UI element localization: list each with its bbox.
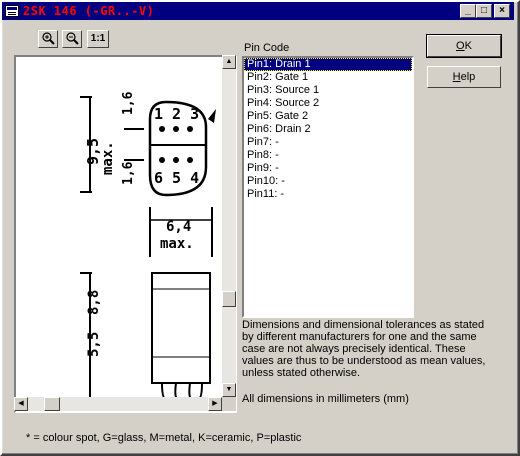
package-drawing[interactable]: 9,5 max. 1,6 1,6 1 2 3 6 5 4 6,4 max. 8,… xyxy=(14,55,237,413)
list-item[interactable]: Pin3: Source 1 xyxy=(244,84,412,97)
dim-max: max. xyxy=(100,141,116,175)
ok-accelerator: O xyxy=(456,40,465,52)
pin-code-list[interactable]: Pin1: Drain 1 Pin2: Gate 1 Pin3: Source … xyxy=(242,56,414,318)
maximize-button[interactable]: □ xyxy=(476,4,492,18)
list-item[interactable]: Pin2: Gate 1 xyxy=(244,71,412,84)
drawing-vertical-scrollbar[interactable]: ▲ ▼ xyxy=(222,55,236,397)
zoom-reset-button[interactable]: 1:1 xyxy=(87,30,109,48)
list-item[interactable]: Pin10: - xyxy=(244,175,412,188)
dim-5-5: 5,5 xyxy=(86,332,102,357)
list-item[interactable]: Pin6: Drain 2 xyxy=(244,123,412,136)
help-accelerator: H xyxy=(452,71,461,83)
list-item[interactable]: Pin1: Drain 1 xyxy=(244,58,412,71)
zoom-in-icon xyxy=(42,32,55,45)
window-title: 2SK 146 (-GR..-V) xyxy=(23,4,155,18)
minimize-button[interactable]: _ xyxy=(460,4,476,18)
zoom-in-button[interactable] xyxy=(38,30,58,48)
help-label-rest: elp xyxy=(460,71,476,83)
dim-6-4: 6,4 xyxy=(166,219,191,235)
list-item[interactable]: Pin8: - xyxy=(244,149,412,162)
dimensions-disclaimer: Dimensions and dimensional tolerances as… xyxy=(242,319,486,379)
dim-1-6-bottom: 1,6 xyxy=(121,161,136,185)
list-item[interactable]: Pin4: Source 2 xyxy=(244,97,412,110)
pins-top: 1 2 3 xyxy=(154,105,199,123)
horizontal-scroll-thumb[interactable] xyxy=(44,397,60,411)
dim-max-2: max. xyxy=(160,236,194,252)
scroll-down-arrow-icon[interactable]: ▼ xyxy=(222,383,236,397)
scrollbar-corner xyxy=(222,397,236,411)
list-item[interactable]: Pin11: - xyxy=(244,188,412,201)
scroll-up-arrow-icon[interactable]: ▲ xyxy=(222,55,236,69)
close-button[interactable]: × xyxy=(494,4,510,18)
package-outline-drawing: 9,5 max. 1,6 1,6 1 2 3 6 5 4 6,4 max. 8,… xyxy=(80,91,216,400)
scroll-left-arrow-icon[interactable]: ◀ xyxy=(14,397,28,411)
material-legend-footnote: * = colour spot, G=glass, M=metal, K=cer… xyxy=(26,432,302,444)
pins-bottom: 6 5 4 xyxy=(154,169,199,187)
list-item[interactable]: Pin9: - xyxy=(244,162,412,175)
pin-code-label: Pin Code xyxy=(244,42,290,54)
help-button[interactable]: Help xyxy=(427,66,501,88)
ok-label-rest: K xyxy=(464,40,472,52)
zoom-out-button[interactable] xyxy=(62,30,82,48)
drawing-horizontal-scrollbar[interactable]: ◀ ▶ xyxy=(14,397,222,411)
dim-8-8: 8,8 xyxy=(86,290,102,315)
scroll-right-arrow-icon[interactable]: ▶ xyxy=(208,397,222,411)
app-icon xyxy=(5,5,19,17)
list-item[interactable]: Pin7: - xyxy=(244,136,412,149)
dim-1-6-top: 1,6 xyxy=(121,91,136,115)
vertical-scroll-thumb[interactable] xyxy=(222,291,236,307)
list-item[interactable]: Pin5: Gate 2 xyxy=(244,110,412,123)
ok-button[interactable]: OK xyxy=(426,34,502,58)
dimensions-unit-note: All dimensions in millimeters (mm) xyxy=(242,393,409,405)
title-bar[interactable]: 2SK 146 (-GR..-V) _ □ × xyxy=(2,2,514,20)
zoom-out-icon xyxy=(66,32,79,45)
